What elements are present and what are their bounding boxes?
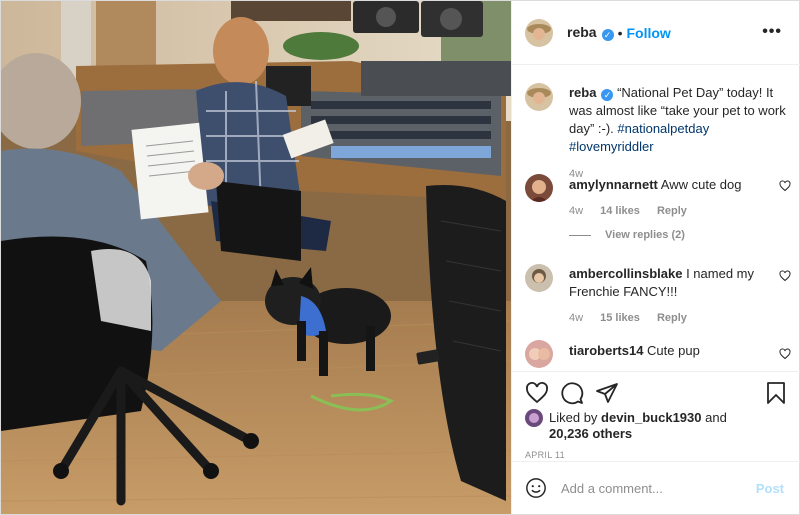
author-username[interactable]: reba ✓ xyxy=(567,24,614,41)
author-avatar[interactable] xyxy=(525,83,553,111)
verified-badge-icon: ✓ xyxy=(601,89,614,101)
follow-button[interactable]: Follow xyxy=(626,25,670,41)
comments-list[interactable]: reba ✓ “National Pet Day” today! It was a… xyxy=(512,66,800,371)
liked-by-user[interactable]: devin_buck1930 xyxy=(601,410,701,425)
replies-divider-line xyxy=(569,234,591,236)
commenter-avatar[interactable] xyxy=(525,340,553,368)
comment-meta: 4w 14 likes Reply xyxy=(569,202,763,220)
post-side-panel: reba ✓ • Follow ••• reba ✓ “National Pet D… xyxy=(511,1,800,514)
save-bookmark-icon[interactable] xyxy=(765,381,787,405)
hashtag[interactable]: #lovemyriddler xyxy=(569,139,654,154)
caption-username[interactable]: reba ✓ xyxy=(569,85,614,101)
comment-meta: 4w 15 likes Reply xyxy=(569,309,763,327)
post-header: reba ✓ • Follow ••• xyxy=(512,1,800,65)
like-comment-heart-icon[interactable] xyxy=(779,348,791,360)
commenter-username[interactable]: ambercollinsblake xyxy=(569,266,682,281)
comment-likes[interactable]: 14 likes xyxy=(600,205,640,217)
instagram-post-view: reba ✓ • Follow ••• reba ✓ “National Pet D… xyxy=(0,0,800,515)
liked-by: Liked by devin_buck1930 and 20,236 other… xyxy=(525,409,727,442)
comment-text: Aww cute dog xyxy=(660,177,742,192)
comment-age[interactable]: 4w xyxy=(569,205,583,217)
action-icons xyxy=(525,381,789,409)
comment-bubble-icon[interactable] xyxy=(560,381,584,405)
commenter-avatar[interactable] xyxy=(525,174,553,202)
separator-dot: • xyxy=(617,24,623,41)
reply-button[interactable]: Reply xyxy=(657,312,687,324)
ellipsis-icon[interactable]: ••• xyxy=(762,23,782,41)
studio-photo-illustration xyxy=(1,1,511,514)
post-date[interactable]: APRIL 11 xyxy=(525,450,565,460)
like-heart-icon[interactable] xyxy=(525,381,549,405)
comment-likes[interactable]: 15 likes xyxy=(600,312,640,324)
add-comment-input[interactable] xyxy=(561,480,741,496)
verified-badge-icon: ✓ xyxy=(601,29,614,41)
like-comment-heart-icon[interactable] xyxy=(779,270,791,282)
reply-button[interactable]: Reply xyxy=(657,205,687,217)
view-replies-label: View replies (2) xyxy=(605,229,685,241)
commenter-avatar[interactable] xyxy=(525,264,553,292)
add-comment-bar: Post xyxy=(512,461,800,514)
comment-age[interactable]: 4w xyxy=(569,312,583,324)
like-comment-heart-icon[interactable] xyxy=(779,180,791,192)
share-paper-plane-icon[interactable] xyxy=(595,381,619,405)
post-photo[interactable] xyxy=(1,1,511,514)
liked-by-text: Liked by devin_buck1930 and 20,236 other… xyxy=(549,410,727,442)
liked-by-others[interactable]: 20,236 others xyxy=(549,426,632,441)
author-avatar[interactable] xyxy=(525,18,553,47)
commenter-username[interactable]: tiaroberts14 xyxy=(569,343,643,358)
comment-body: ambercollinsblake I named my Frenchie FA… xyxy=(569,265,763,327)
comment-body: amylynnarnett Aww cute dog 4w 14 likes R… xyxy=(569,176,763,220)
comment-body: tiaroberts14 Cute pup xyxy=(569,342,763,360)
post-actions: Liked by devin_buck1930 and 20,236 other… xyxy=(512,371,800,471)
commenter-username[interactable]: amylynnarnett xyxy=(569,177,658,192)
view-replies-button[interactable]: View replies (2) xyxy=(569,229,685,241)
liked-by-prefix: Liked by xyxy=(549,410,598,425)
liked-by-joiner: and xyxy=(705,410,727,425)
emoji-icon[interactable] xyxy=(525,477,547,499)
comment-text: Cute pup xyxy=(647,343,700,358)
post-comment-button[interactable]: Post xyxy=(756,481,784,496)
liker-avatar[interactable] xyxy=(525,409,543,427)
caption-body: reba ✓ “National Pet Day” today! It was a… xyxy=(569,84,793,183)
hashtag[interactable]: #nationalpetday xyxy=(617,121,709,136)
